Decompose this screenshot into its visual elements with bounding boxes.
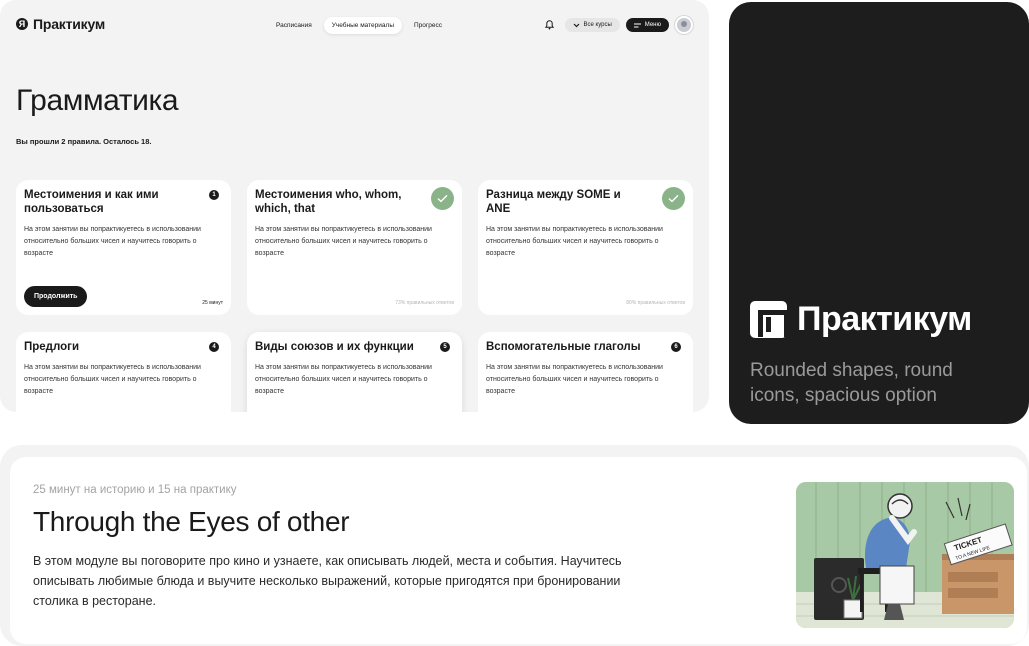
lesson-card[interactable]: Местоимения who, whom, which, that На эт… — [247, 180, 462, 315]
card-description: На этом занятии вы попрактикуетесь в исп… — [486, 226, 663, 257]
module-title: Through the Eyes of other — [33, 506, 350, 537]
brand-name: Практикум — [797, 300, 972, 338]
lesson-card[interactable]: Вспомогательные глаголы На этом занятии … — [478, 332, 693, 412]
brand-tile: Практикум Rounded shapes, round icons, s… — [729, 2, 1029, 424]
top-bar: Я Практикум Расписания Учебные материалы… — [0, 0, 709, 50]
card-title: Вспомогательные глаголы — [486, 341, 641, 353]
top-right-controls: Все курсы Меню — [541, 16, 693, 34]
card-description: На этом занятии вы попрактикуетесь в исп… — [24, 364, 201, 395]
lesson-card[interactable]: Разница между SOME и ANE На этом занятии… — [478, 180, 693, 315]
page-title: Грамматика — [16, 84, 179, 117]
check-icon — [662, 187, 685, 210]
card-title: Предлоги — [24, 341, 80, 353]
card-description: На этом занятии вы попрактикуетесь в исп… — [486, 364, 663, 395]
card-description: На этом занятии вы попрактикуетесь в исп… — [24, 226, 201, 257]
lesson-card[interactable]: Виды союзов и их функции На этом занятии… — [247, 332, 462, 412]
brand-logo: Практикум — [750, 300, 972, 339]
module-illustration: TICKET TO A NEW LIFE — [796, 482, 1014, 628]
menu-button[interactable]: Меню — [625, 18, 669, 32]
card-number-badge: 4 — [209, 342, 219, 352]
chevron-down-icon — [573, 23, 579, 27]
card-number-badge: 5 — [440, 342, 450, 352]
menu-icon — [633, 22, 641, 28]
card-score: 80% правильных ответов — [626, 300, 685, 306]
logo[interactable]: Я Практикум — [16, 16, 105, 32]
card-description: На этом занятии вы попрактикуетесь в исп… — [255, 226, 432, 257]
card-number-badge: 1 — [209, 190, 219, 200]
card-score: 73% правильных ответов — [395, 300, 454, 306]
tab-materials[interactable]: Учебные материалы — [323, 17, 402, 34]
check-icon — [431, 187, 454, 210]
card-title: Местоимения и как ими пользоваться — [24, 189, 159, 215]
main-nav: Расписания Учебные материалы Прогресс — [268, 17, 450, 34]
module-description: В этом модуле вы поговорите про кино и у… — [33, 554, 622, 608]
all-courses-dropdown[interactable]: Все курсы — [564, 18, 620, 32]
card-duration: 25 минут — [202, 300, 223, 306]
lesson-card[interactable]: Местоимения и как ими пользоваться На эт… — [16, 180, 231, 315]
card-description: На этом занятии вы попрактикуетесь в исп… — [255, 364, 432, 395]
logo-text: Практикум — [33, 16, 106, 32]
card-title: Разница между SOME и ANE — [486, 189, 621, 215]
module-card-frame: 25 минут на историю и 15 на практику Thr… — [0, 445, 1029, 646]
card-title: Местоимения who, whom, which, that — [255, 189, 402, 215]
card-number-badge: 6 — [671, 342, 681, 352]
lesson-card[interactable]: Предлоги На этом занятии вы попрактикует… — [16, 332, 231, 412]
all-courses-label: Все курсы — [583, 22, 612, 28]
tab-schedule[interactable]: Расписания — [268, 17, 320, 34]
card-title: Виды союзов и их функции — [255, 341, 414, 353]
app-screenshot: Я Практикум Расписания Учебные материалы… — [0, 0, 709, 412]
module-duration: 25 минут на историю и 15 на практику — [33, 484, 237, 496]
tab-progress[interactable]: Прогресс — [406, 17, 450, 34]
page-progress: Вы прошли 2 правила. Осталось 18. — [16, 137, 152, 146]
module-card[interactable]: 25 минут на историю и 15 на практику Thr… — [10, 457, 1027, 644]
continue-button[interactable]: Продолжить — [24, 286, 88, 307]
avatar[interactable] — [675, 16, 693, 34]
brand-mark-icon — [750, 301, 789, 338]
brand-caption: Rounded shapes, round icons, spacious op… — [750, 360, 953, 406]
logo-mark-icon: Я — [16, 18, 28, 30]
menu-label: Меню — [644, 22, 661, 28]
bell-icon[interactable] — [541, 16, 559, 34]
